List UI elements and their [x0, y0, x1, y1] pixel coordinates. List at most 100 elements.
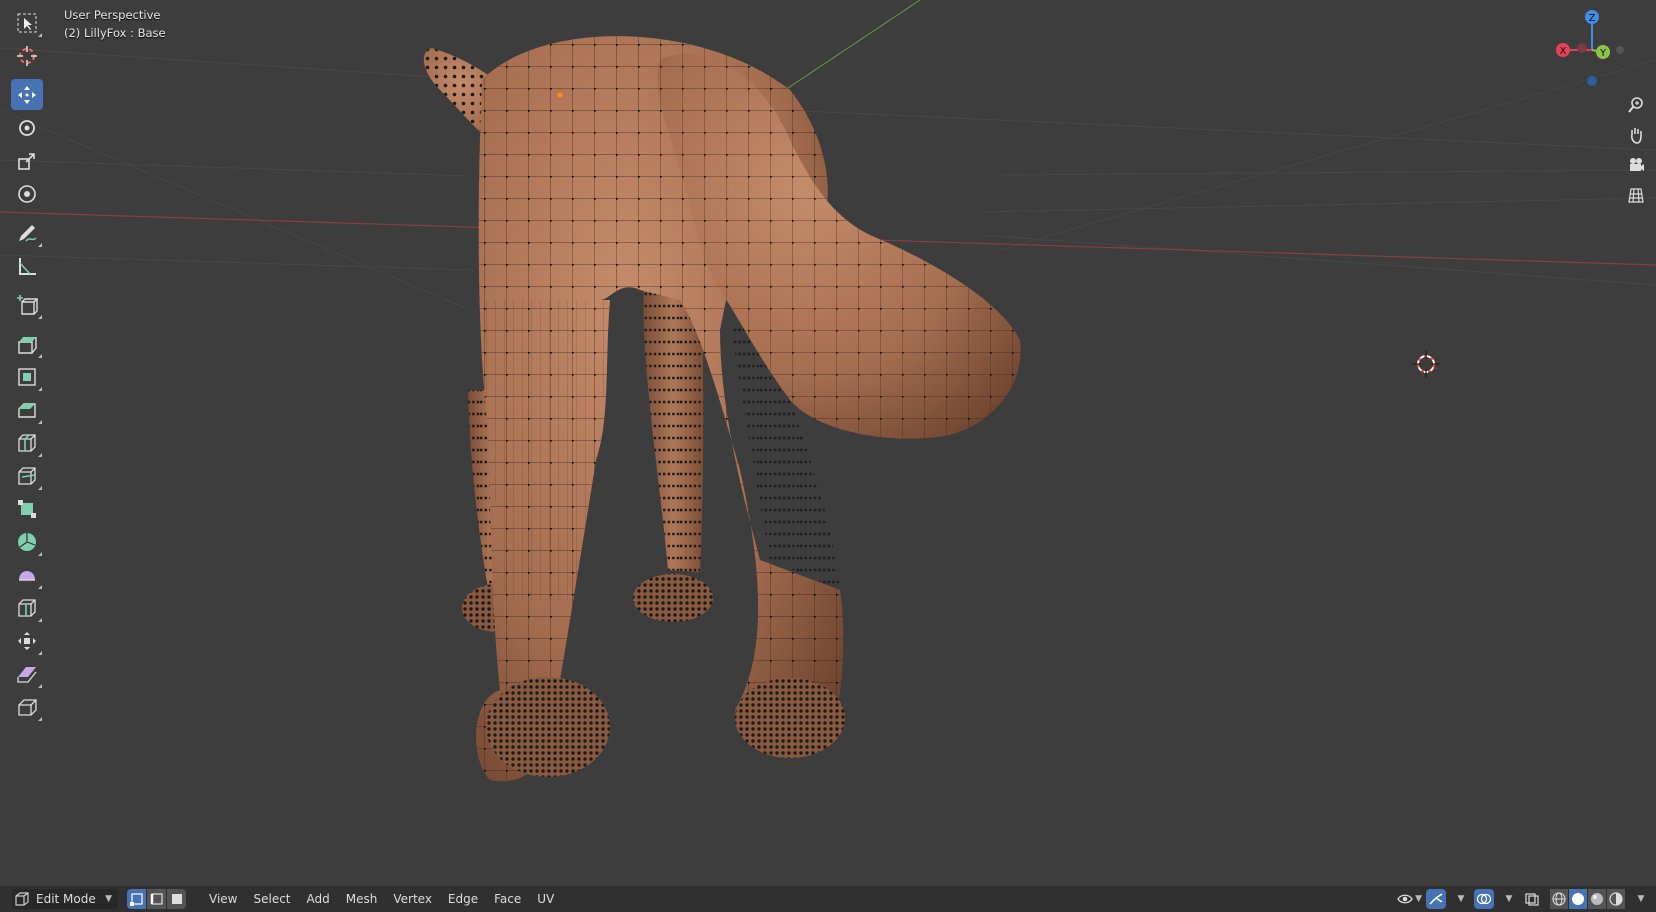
camera-view-button[interactable]	[1622, 151, 1650, 179]
wireframe-sphere-icon	[1552, 892, 1566, 906]
visibility-dropdown[interactable]: ▼	[1397, 889, 1422, 909]
edge-select-button[interactable]	[147, 889, 166, 909]
shrink-fatten-icon	[17, 631, 36, 650]
shrink-fatten-tool[interactable]	[11, 625, 43, 656]
cursor-box-icon	[17, 13, 36, 32]
chevron-down-icon: ▼	[105, 894, 112, 904]
gizmo-z-label: Z	[1589, 13, 1596, 24]
viewport-info: User Perspective (2) LillyFox : Base	[64, 6, 166, 42]
chevron-down-icon: ▼	[1457, 894, 1465, 904]
3d-cursor-marker[interactable]	[1412, 350, 1440, 378]
eye-icon	[1397, 894, 1413, 904]
menu-face[interactable]: Face	[486, 886, 529, 912]
mode-dropdown[interactable]: Edit Mode ▼	[12, 889, 118, 909]
material-shading-button[interactable]	[1588, 889, 1606, 909]
camera-icon	[1630, 158, 1644, 171]
knife-tool[interactable]	[11, 460, 43, 491]
xray-toggle[interactable]	[1522, 889, 1542, 909]
add-cube-icon	[16, 294, 38, 315]
shading-dropdown[interactable]: ▼	[1630, 889, 1650, 909]
navigation-buttons	[1622, 90, 1650, 210]
gizmo-neg-y[interactable]	[1616, 46, 1624, 54]
gizmo-x-label: X	[1560, 46, 1567, 57]
gizmo-toggle[interactable]	[1426, 889, 1446, 909]
perspective-label: User Perspective	[64, 8, 161, 22]
3d-viewport[interactable]: User Perspective (2) LillyFox : Base Z Y…	[0, 0, 1656, 912]
shear-tool[interactable]	[11, 658, 43, 689]
smooth-icon	[18, 570, 35, 581]
rendered-sphere-icon	[1609, 892, 1623, 906]
knife-icon	[17, 466, 36, 485]
edge-slide-icon	[17, 598, 36, 617]
menu-edge[interactable]: Edge	[440, 886, 486, 912]
rendered-shading-button[interactable]	[1607, 889, 1625, 909]
inset-icon	[17, 367, 36, 386]
annotate-tool[interactable]	[11, 217, 43, 248]
mode-label: Edit Mode	[36, 892, 96, 906]
transform-tool[interactable]	[11, 178, 43, 209]
cursor-tool[interactable]	[11, 40, 43, 71]
rip-region-tool[interactable]	[11, 691, 43, 722]
edge-slide-tool[interactable]	[11, 592, 43, 623]
spin-tool[interactable]	[11, 526, 43, 557]
pan-hand-icon	[1631, 128, 1642, 144]
solid-sphere-icon	[1572, 893, 1584, 905]
vertex-select-button[interactable]	[127, 889, 146, 909]
add-cube-tool[interactable]	[11, 289, 43, 320]
rotate-icon	[18, 119, 35, 136]
tool-shelf	[7, 6, 46, 723]
spin-icon	[17, 532, 36, 551]
mesh-tail	[657, 53, 1021, 439]
poly-build-tool[interactable]	[11, 493, 43, 524]
move-icon	[17, 85, 36, 104]
menu-uv[interactable]: UV	[529, 886, 562, 912]
menu-select[interactable]: Select	[245, 886, 298, 912]
loop-cut-tool[interactable]	[11, 427, 43, 458]
menu-view[interactable]: View	[201, 886, 245, 912]
bevel-icon	[17, 402, 36, 418]
zoom-button[interactable]	[1622, 91, 1650, 119]
grid-ortho-icon	[1628, 188, 1644, 203]
rotate-tool[interactable]	[11, 112, 43, 143]
face-select-button[interactable]	[167, 889, 186, 909]
edge-select-icon	[150, 893, 163, 905]
scale-tool[interactable]	[11, 145, 43, 176]
chevron-down-icon: ▼	[1505, 894, 1513, 904]
material-sphere-icon	[1591, 893, 1603, 905]
menu-add[interactable]: Add	[299, 886, 338, 912]
wireframe-shading-button[interactable]	[1550, 889, 1568, 909]
gizmo-y-label: Y	[1599, 48, 1607, 59]
transform-icon	[17, 184, 36, 203]
shear-icon	[16, 666, 37, 683]
overlay-toggle[interactable]	[1474, 889, 1494, 909]
header-menu: View Select Add Mesh Vertex Edge Face UV	[201, 886, 562, 912]
viewport-header: Edit Mode ▼ View Select Add Mesh Vertex …	[0, 886, 1656, 912]
annotate-icon	[18, 224, 37, 242]
gizmo-neg-z[interactable]	[1587, 76, 1597, 86]
overlay-icon	[1476, 893, 1492, 905]
menu-mesh[interactable]: Mesh	[338, 886, 386, 912]
chevron-down-icon: ▼	[1637, 894, 1645, 904]
measure-icon	[18, 257, 36, 275]
poly-build-icon	[17, 499, 36, 518]
rip-icon	[17, 698, 37, 716]
measure-tool[interactable]	[11, 250, 43, 281]
xray-icon	[1525, 893, 1539, 906]
select-mode-group	[127, 889, 187, 909]
pan-button[interactable]	[1622, 121, 1650, 149]
gizmo-dropdown[interactable]: ▼	[1450, 889, 1470, 909]
move-tool[interactable]	[10, 79, 43, 110]
ortho-toggle-button[interactable]	[1622, 181, 1650, 209]
gizmo-icon	[1429, 893, 1443, 905]
inset-faces-tool[interactable]	[11, 361, 43, 392]
navigation-gizmo[interactable]: Z Y X	[1542, 6, 1642, 96]
smooth-tool[interactable]	[11, 559, 43, 590]
edit-mode-icon	[15, 892, 29, 906]
select-box-tool[interactable]	[11, 7, 43, 38]
overlay-dropdown[interactable]: ▼	[1498, 889, 1518, 909]
bevel-tool[interactable]	[11, 394, 43, 425]
gizmo-neg-x[interactable]	[1577, 43, 1587, 53]
solid-shading-button[interactable]	[1569, 889, 1587, 909]
extrude-region-tool[interactable]	[11, 328, 43, 359]
menu-vertex[interactable]: Vertex	[385, 886, 440, 912]
